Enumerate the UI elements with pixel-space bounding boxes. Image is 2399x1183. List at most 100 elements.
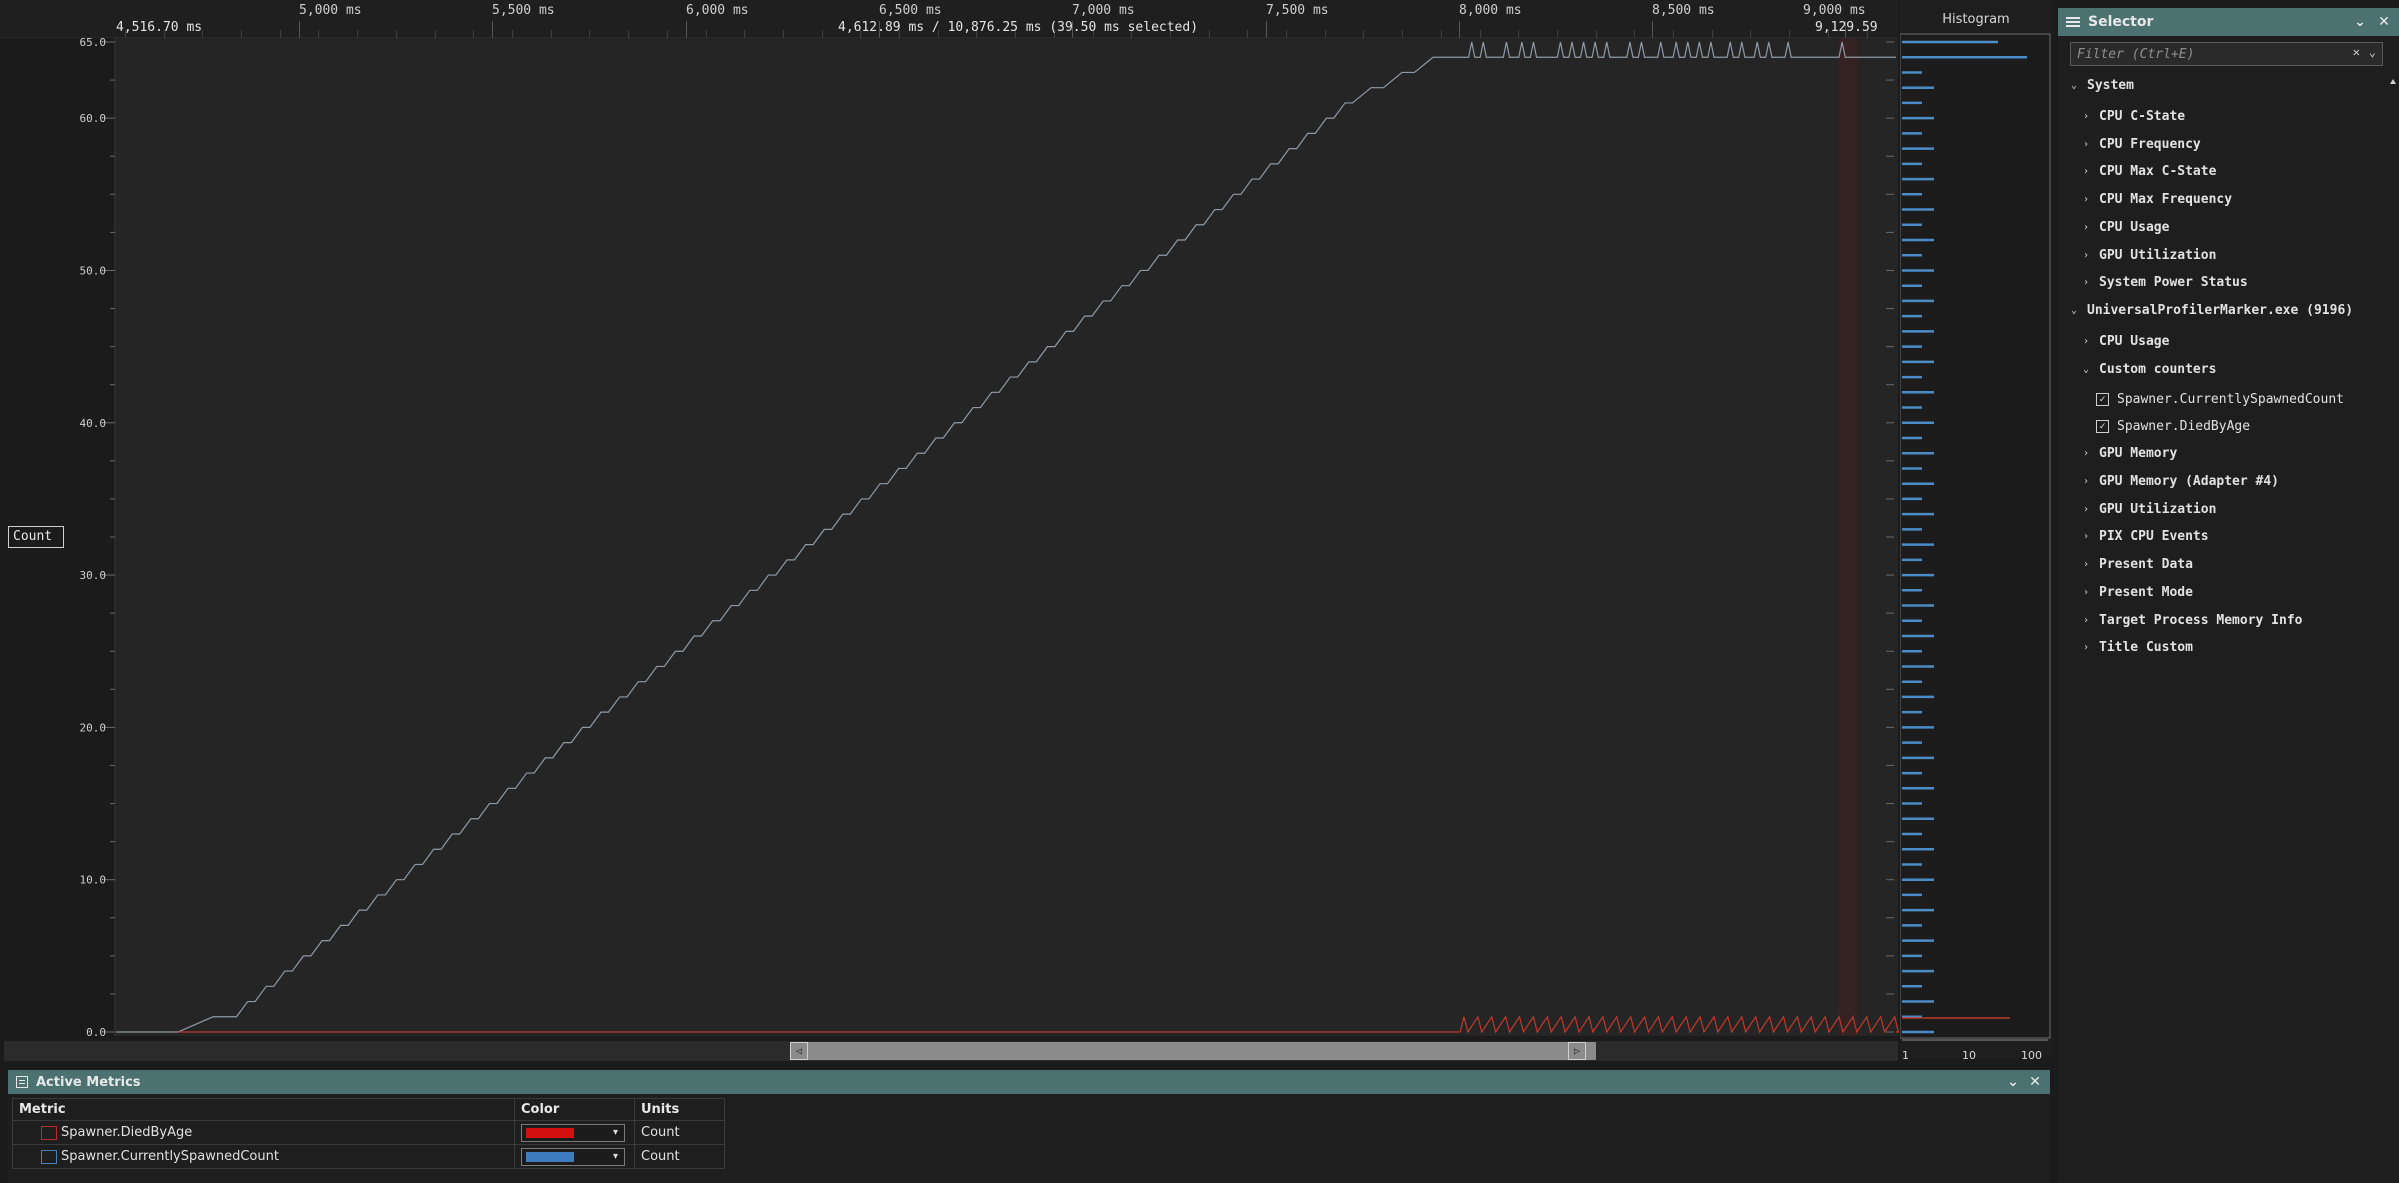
chevron-right-icon[interactable]: › xyxy=(2080,222,2092,233)
color-dropdown[interactable]: ▾ xyxy=(521,1123,625,1142)
tick-mark xyxy=(299,21,300,38)
color-cell: ▾ xyxy=(514,1120,635,1145)
tree-item-label: System xyxy=(2087,77,2134,93)
tree-item[interactable]: › PIX CPU Events xyxy=(2080,525,2209,547)
chevron-right-icon[interactable]: › xyxy=(2080,166,2092,177)
chevron-right-icon[interactable]: › xyxy=(2080,111,2092,122)
tree-item-label: CPU Usage xyxy=(2099,333,2170,349)
close-icon[interactable]: ✕ xyxy=(2375,13,2393,31)
minor-tick-mark xyxy=(1363,30,1364,38)
active-metrics-table: Metric Color Units Spawner.DiedByAge ▾ C… xyxy=(12,1098,725,1169)
chevron-right-icon[interactable]: › xyxy=(2080,336,2092,347)
selection-band xyxy=(1838,38,1858,1036)
minor-tick-mark xyxy=(822,30,823,38)
counter-graph[interactable]: 65.0 60.0 50.0 40.0 30.0 20.0 10.0 0.0 xyxy=(0,38,1900,1042)
selector-titlebar[interactable]: Selector ⌄ ✕ xyxy=(2058,8,2399,36)
active-metrics-panel: Active Metrics ⌄ ✕ Metric Color Units Sp… xyxy=(8,1070,2050,1183)
chevron-down-icon[interactable]: ⌄ xyxy=(2369,45,2376,59)
minor-tick-mark xyxy=(706,30,707,38)
chevron-right-icon[interactable]: › xyxy=(2080,504,2092,515)
collapse-chevron-icon[interactable]: ⌄ xyxy=(2004,1073,2022,1091)
column-header-color[interactable]: Color xyxy=(514,1098,635,1121)
tree-item[interactable]: › CPU Max C-State xyxy=(2080,160,2216,182)
tree-item-label: GPU Utilization xyxy=(2099,247,2217,263)
tree-item[interactable]: › CPU Frequency xyxy=(2080,133,2201,155)
timeline-ruler[interactable]: 5,000 ms 5,500 ms 6,000 ms 6,500 ms 7,00… xyxy=(0,0,1898,50)
y-tick-label: 0.0 xyxy=(86,1026,106,1039)
color-swatch xyxy=(526,1151,574,1162)
collapse-chevron-icon[interactable]: ⌄ xyxy=(2351,13,2369,31)
y-tick-label: 40.0 xyxy=(80,417,107,430)
column-header-units[interactable]: Units xyxy=(634,1098,725,1121)
plot-background xyxy=(116,38,1898,1036)
minor-tick-mark xyxy=(396,30,397,38)
counter-icon xyxy=(41,1125,57,1140)
tick-label: 8,000 ms xyxy=(1459,3,1522,18)
histogram-frame xyxy=(1900,33,2051,1039)
minor-tick-mark xyxy=(1480,30,1481,38)
tree-item[interactable]: ⌄ UniversalProfilerMarker.exe (9196) xyxy=(2068,299,2353,321)
scroll-right-icon[interactable]: ▷ xyxy=(1568,1042,1586,1060)
checkbox-checked-icon[interactable]: ✓ xyxy=(2096,419,2109,433)
checkbox-checked-icon[interactable]: ✓ xyxy=(2096,392,2109,406)
table-row[interactable]: Spawner.DiedByAge ▾ Count xyxy=(12,1120,725,1145)
tree-item[interactable]: ⌄ Custom counters xyxy=(2080,358,2216,380)
chevron-down-icon[interactable]: ⌄ xyxy=(2068,305,2080,316)
y-tick-label: 50.0 xyxy=(80,264,107,277)
active-metrics-titlebar[interactable]: Active Metrics ⌄ ✕ xyxy=(8,1070,2050,1094)
scrollbar-thumb[interactable] xyxy=(790,1042,1596,1060)
chevron-right-icon[interactable]: › xyxy=(2080,277,2092,288)
tree-item[interactable]: › CPU Usage xyxy=(2080,216,2169,238)
scroll-left-icon[interactable]: ◁ xyxy=(790,1042,808,1060)
panel-icon xyxy=(16,1076,28,1088)
scroll-up-icon[interactable] xyxy=(2389,76,2397,1176)
tree-item[interactable]: › GPU Utilization xyxy=(2080,244,2216,266)
minor-tick-mark xyxy=(1673,30,1674,38)
chevron-right-icon[interactable]: › xyxy=(2080,250,2092,261)
clear-filter-icon[interactable]: ✕ xyxy=(2353,45,2360,59)
column-header-metric[interactable]: Metric xyxy=(12,1098,515,1121)
tree-item[interactable]: › CPU Max Frequency xyxy=(2080,188,2232,210)
timeline-scrollbar[interactable]: ◁ ▷ xyxy=(4,1041,1898,1061)
chevron-right-icon[interactable]: › xyxy=(2080,194,2092,205)
tick-mark xyxy=(1459,21,1460,38)
tree-item[interactable]: › System Power Status xyxy=(2080,271,2248,293)
minor-tick-mark xyxy=(280,30,281,38)
table-row[interactable]: Spawner.CurrentlySpawnedCount ▾ Count xyxy=(12,1144,725,1169)
chevron-right-icon[interactable]: › xyxy=(2080,559,2092,570)
tree-item-label: CPU Max C-State xyxy=(2099,163,2217,179)
histogram-x-tick: 10 xyxy=(1962,1049,1976,1062)
minor-tick-mark xyxy=(1634,30,1635,38)
chevron-down-icon[interactable]: ⌄ xyxy=(2068,80,2080,91)
tree-item-label: GPU Utilization xyxy=(2099,501,2217,517)
tree-item[interactable]: ⌄ System xyxy=(2068,74,2134,96)
tick-mark xyxy=(492,21,493,38)
metric-cell: Spawner.DiedByAge xyxy=(12,1120,515,1145)
chevron-right-icon[interactable]: › xyxy=(2080,139,2092,150)
filter-input[interactable] xyxy=(2071,43,2331,65)
tree-item[interactable]: › Title Custom xyxy=(2080,636,2193,658)
chevron-down-icon[interactable]: ⌄ xyxy=(2080,364,2092,375)
tree-item[interactable]: › GPU Memory xyxy=(2080,442,2177,464)
chevron-right-icon[interactable]: › xyxy=(2080,615,2092,626)
tree-item[interactable]: ✓ Spawner.CurrentlySpawnedCount xyxy=(2096,388,2344,410)
tree-item-label: PIX CPU Events xyxy=(2099,528,2209,544)
tree-item[interactable]: › GPU Memory (Adapter #4) xyxy=(2080,470,2279,492)
tree-item[interactable]: › Target Process Memory Info xyxy=(2080,609,2303,631)
tree-item[interactable]: › Present Data xyxy=(2080,553,2193,575)
tree-item-label: CPU C-State xyxy=(2099,108,2186,124)
tree-item[interactable]: › GPU Utilization xyxy=(2080,498,2216,520)
close-icon[interactable]: ✕ xyxy=(2026,1073,2044,1091)
tree-item[interactable]: › CPU Usage xyxy=(2080,330,2169,352)
tree-item[interactable]: › CPU C-State xyxy=(2080,105,2185,127)
tree-item[interactable]: ✓ Spawner.DiedByAge xyxy=(2096,415,2250,437)
chevron-right-icon[interactable]: › xyxy=(2080,642,2092,653)
histogram-x-tick: 100 xyxy=(2021,1049,2042,1062)
chevron-right-icon[interactable]: › xyxy=(2080,587,2092,598)
tree-item-label: GPU Memory xyxy=(2099,445,2178,461)
chevron-right-icon[interactable]: › xyxy=(2080,476,2092,487)
chevron-right-icon[interactable]: › xyxy=(2080,531,2092,542)
chevron-right-icon[interactable]: › xyxy=(2080,448,2092,459)
color-dropdown[interactable]: ▾ xyxy=(521,1147,625,1166)
tree-item[interactable]: › Present Mode xyxy=(2080,581,2193,603)
